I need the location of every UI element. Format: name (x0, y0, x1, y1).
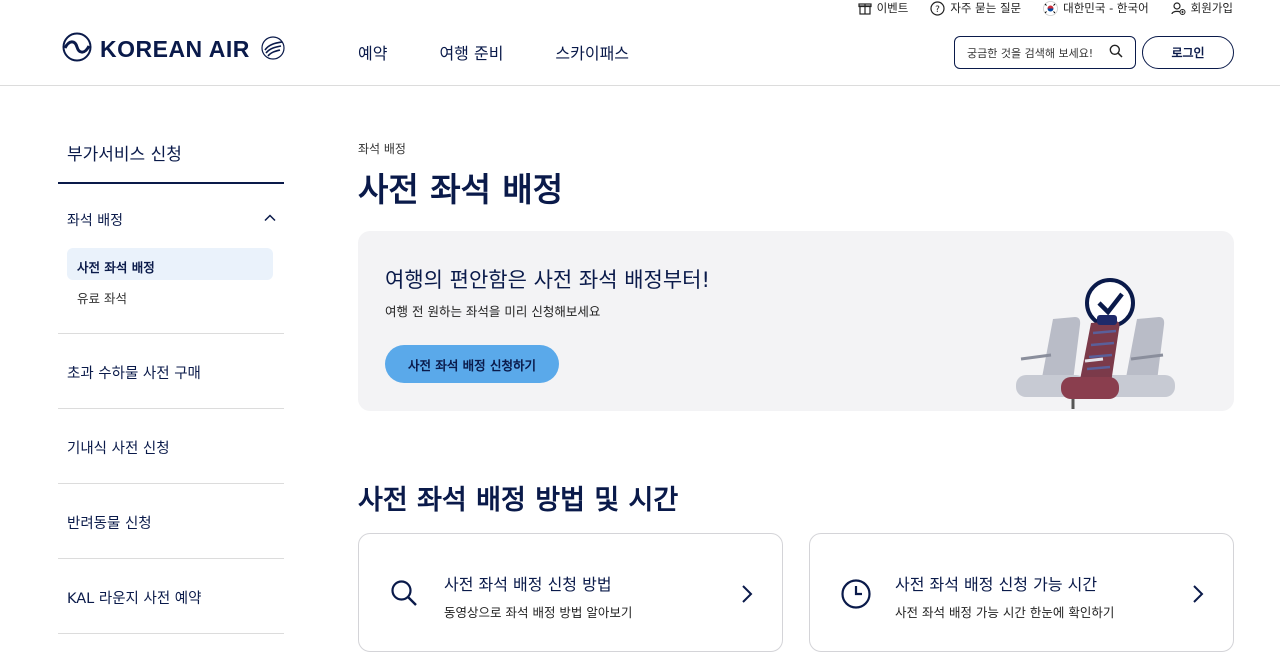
chevron-up-icon (263, 211, 277, 229)
search-input[interactable]: 궁금한 것을 검색해 보세요! (954, 36, 1136, 69)
korea-flag-icon (1043, 0, 1059, 16)
sidebar-title: 부가서비스 신청 (67, 145, 182, 165)
events-link[interactable]: 이벤트 (857, 0, 909, 16)
promo-banner: 여행의 편안함은 사전 좌석 배정부터! 여행 전 원하는 좌석을 미리 신청해… (358, 231, 1234, 411)
sidebar-item-pet[interactable]: 반려동물 신청 (67, 512, 152, 533)
sidebar-group-label: 좌석 배정 (67, 213, 123, 229)
faq-label: 자주 묻는 질문 (950, 1, 1022, 15)
signup-label: 회원가입 (1190, 1, 1233, 15)
page-title: 사전 좌석 배정 (358, 170, 564, 209)
site-header: 이벤트 ? 자주 묻는 질문 대한민국 - 한국어 회원가입 KOREAN AI… (0, 0, 1280, 86)
nav-travel-prep[interactable]: 여행 준비 (439, 40, 503, 64)
card-how-to-apply[interactable]: 사전 좌석 배정 신청 방법 동영상으로 좌석 배정 방법 알아보기 (358, 533, 783, 652)
card-title: 사전 좌석 배정 신청 방법 (444, 575, 612, 594)
sidebar-group-seat-assignment[interactable]: 좌석 배정 (67, 210, 277, 230)
sidebar-title-rule (58, 182, 284, 184)
taeguk-logo-icon (62, 32, 92, 66)
clock-icon (840, 578, 872, 614)
breadcrumb[interactable]: 좌석 배정 (358, 140, 406, 157)
skyteam-logo-icon (258, 32, 288, 66)
login-button[interactable]: 로그인 (1142, 36, 1234, 69)
sidebar-divider (58, 408, 284, 409)
card-available-time[interactable]: 사전 좌석 배정 신청 가능 시간 사전 좌석 배정 가능 시간 한눈에 확인하… (809, 533, 1234, 652)
banner-subtext: 여행 전 원하는 좌석을 미리 신청해보세요 (385, 304, 601, 319)
nav-reservation[interactable]: 예약 (358, 40, 387, 64)
airplane-seats-illustration (1013, 271, 1203, 411)
chevron-right-icon (740, 584, 754, 608)
user-add-icon (1171, 1, 1186, 16)
sidebar-divider (58, 483, 284, 484)
korean-air-logo[interactable]: KOREAN AIR (62, 32, 288, 66)
chevron-right-icon (1191, 584, 1205, 608)
svg-text:?: ? (935, 5, 940, 15)
card-subtitle: 동영상으로 좌석 배정 방법 알아보기 (444, 605, 633, 620)
card-title: 사전 좌석 배정 신청 가능 시간 (895, 575, 1098, 594)
events-label: 이벤트 (876, 1, 909, 15)
sidebar-item-meal[interactable]: 기내식 사전 신청 (67, 437, 170, 458)
card-subtitle: 사전 좌석 배정 가능 시간 한눈에 확인하기 (895, 605, 1115, 620)
nav-skypass[interactable]: 스카이패스 (555, 40, 629, 64)
language-label: 대한민국 - 한국어 (1063, 1, 1149, 15)
section-title: 사전 좌석 배정 방법 및 시간 (358, 485, 679, 516)
main-nav: 예약 여행 준비 스카이패스 (358, 40, 681, 64)
banner-headline: 여행의 편안함은 사전 좌석 배정부터! (385, 268, 710, 292)
signup-link[interactable]: 회원가입 (1171, 0, 1233, 16)
sidebar-divider (58, 333, 284, 334)
apply-pre-seat-button[interactable]: 사전 좌석 배정 신청하기 (385, 345, 559, 383)
faq-link[interactable]: ? 자주 묻는 질문 (930, 0, 1021, 16)
sidebar-item-excess-baggage[interactable]: 초과 수하물 사전 구매 (67, 362, 201, 383)
sidebar-item-lounge[interactable]: KAL 라운지 사전 예약 (67, 587, 201, 608)
sidebar-item-paid-seat[interactable]: 유료 좌석 (77, 288, 127, 307)
sidebar-divider (58, 558, 284, 559)
search-icon (389, 578, 419, 612)
search-icon[interactable] (1109, 44, 1123, 61)
search-placeholder: 궁금한 것을 검색해 보세요! (967, 46, 1094, 60)
gift-icon (857, 1, 872, 15)
sidebar-item-pre-seat[interactable]: 사전 좌석 배정 (67, 248, 273, 280)
question-circle-icon: ? (930, 0, 945, 16)
sidebar-divider (58, 633, 284, 634)
logo-text: KOREAN AIR (100, 35, 250, 62)
language-selector[interactable]: 대한민국 - 한국어 (1043, 0, 1149, 16)
utility-bar: 이벤트 ? 자주 묻는 질문 대한민국 - 한국어 회원가입 (857, 0, 1233, 16)
